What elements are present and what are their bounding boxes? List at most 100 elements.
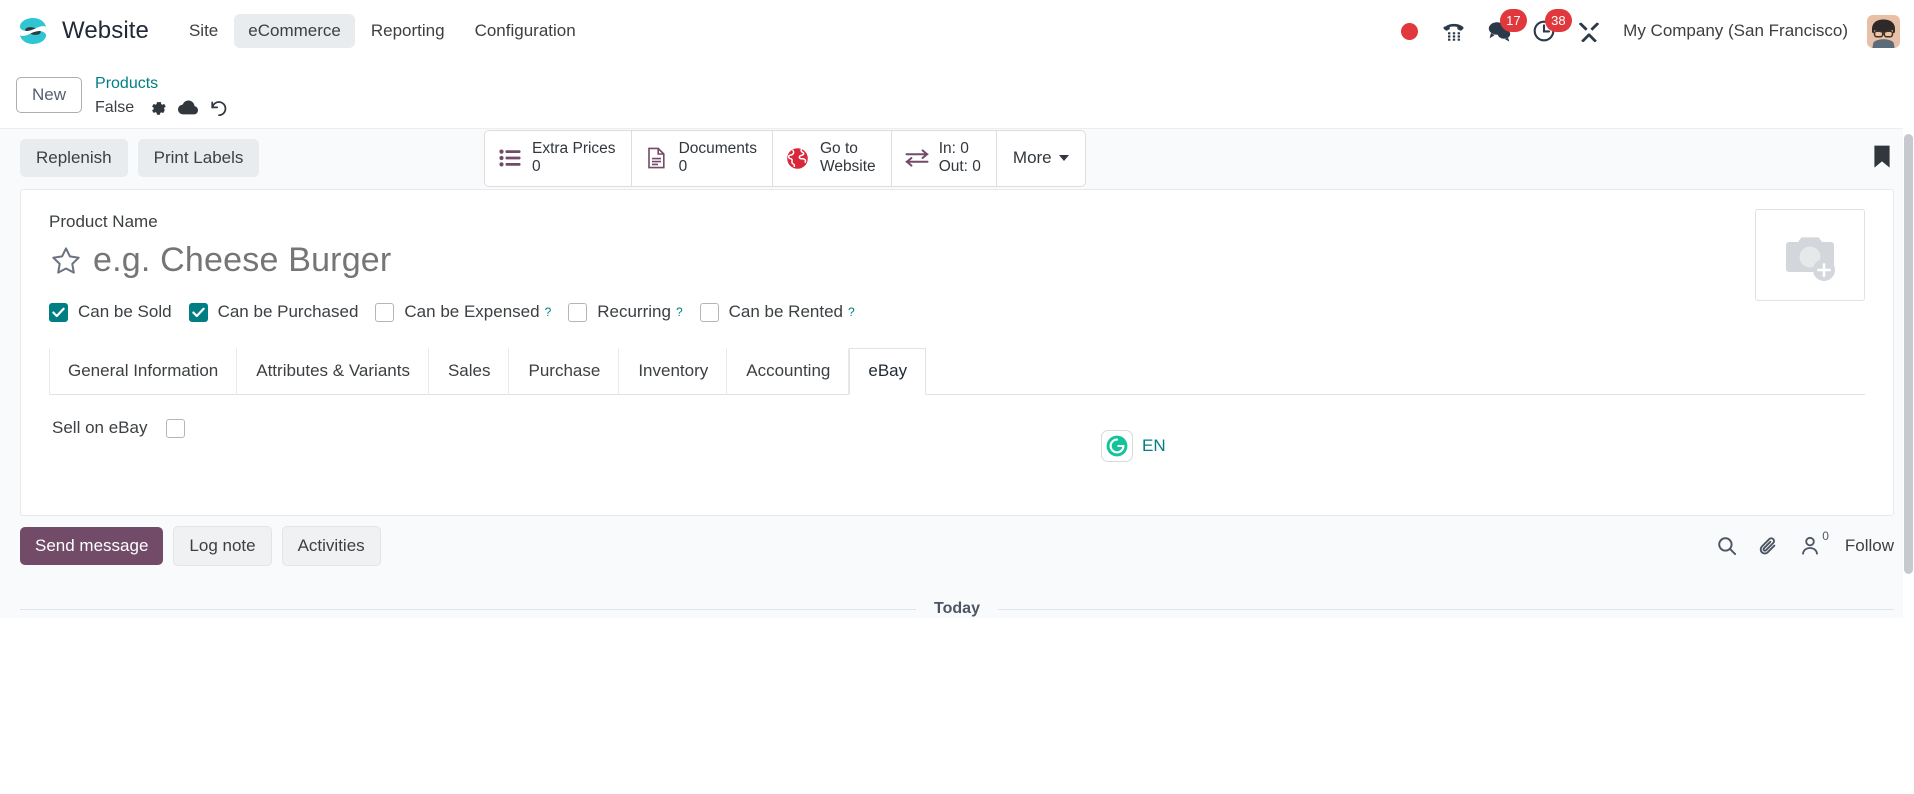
translation-tools: EN [1101, 430, 1166, 462]
cloud-save-icon[interactable] [173, 95, 203, 121]
recurring-label[interactable]: Recurring [597, 302, 671, 322]
top-navbar: Website Site eCommerce Reporting Configu… [0, 0, 1914, 62]
menu-item-site[interactable]: Site [175, 14, 232, 48]
stat-value-website: Website [819, 158, 876, 176]
menu-item-ecommerce[interactable]: eCommerce [234, 14, 355, 48]
followers-count: 0 [1822, 529, 1829, 543]
tab-sales[interactable]: Sales [429, 348, 510, 395]
send-message-button[interactable]: Send message [20, 527, 164, 565]
brand-name: Website [62, 17, 149, 44]
print-labels-button[interactable]: Print Labels [137, 139, 260, 177]
new-button[interactable]: New [16, 77, 83, 114]
date-separator-label: Today [934, 600, 980, 617]
stat-value-documents: 0 [678, 158, 688, 176]
help-tooltip-icon-recurring[interactable]: ? [676, 305, 683, 319]
stat-button-more[interactable]: More [997, 131, 1085, 186]
product-form-sheet: Product Name EN [20, 189, 1894, 516]
gear-icon[interactable] [143, 95, 173, 121]
page-scrollbar-thumb[interactable] [1904, 134, 1913, 574]
more-label: More [1012, 148, 1052, 168]
stat-label-go-to: Go to [819, 140, 858, 157]
tab-accounting[interactable]: Accounting [727, 348, 850, 395]
replenish-button[interactable]: Replenish [20, 139, 128, 177]
form-sheet-wrapper: Product Name EN [0, 189, 1914, 516]
date-separator: Today [20, 600, 1894, 618]
company-switcher[interactable]: My Company (San Francisco) [1623, 21, 1848, 41]
add-image-icon[interactable] [1755, 209, 1865, 301]
separator-line-right [997, 608, 1894, 610]
log-note-button[interactable]: Log note [173, 526, 272, 566]
followers-icon[interactable]: 0 [1801, 529, 1829, 556]
activities-button[interactable]: Activities [281, 526, 381, 566]
breadcrumb: Products False [95, 74, 233, 121]
chatter-tools: 0 Follow [1717, 529, 1894, 557]
menu-item-reporting[interactable]: Reporting [357, 14, 459, 48]
discard-undo-icon[interactable] [203, 95, 233, 121]
recurring-checkbox[interactable] [568, 302, 588, 322]
main-menu: Site eCommerce Reporting Configuration [175, 14, 590, 48]
can-be-expensed-label[interactable]: Can be Expensed [404, 302, 539, 322]
avatar[interactable] [1867, 14, 1900, 48]
product-name-row [49, 241, 1865, 280]
field-sell-on-ebay: Sell on eBay [52, 418, 1862, 438]
follow-button[interactable]: Follow [1845, 536, 1894, 556]
product-flags-row: Can be Sold Can be Purchased Can be Expe… [49, 302, 1865, 322]
messages-icon[interactable]: 17 [1486, 9, 1527, 44]
can-be-rented-label[interactable]: Can be Rented [729, 302, 843, 322]
star-icon[interactable] [49, 244, 83, 278]
notebook: General Information Attributes & Variant… [49, 348, 1865, 499]
language-code[interactable]: EN [1142, 436, 1166, 456]
checkbox-item-can-be-expensed[interactable]: Can be Expensed ? [375, 302, 551, 322]
checkbox-item-can-be-purchased[interactable]: Can be Purchased [188, 302, 359, 322]
stat-button-in-out[interactable]: In: 0 Out: 0 [891, 131, 997, 186]
product-name-label: Product Name [49, 212, 158, 231]
odoo-logo-icon [16, 14, 50, 48]
checkbox-item-can-be-sold[interactable]: Can be Sold [49, 302, 172, 322]
search-icon[interactable] [1717, 536, 1737, 556]
tab-inventory[interactable]: Inventory [619, 348, 728, 395]
can-be-purchased-checkbox[interactable] [188, 302, 208, 322]
product-name-input[interactable] [91, 241, 991, 280]
tab-ebay[interactable]: eBay [849, 348, 927, 395]
phone-dialpad-icon[interactable] [1441, 18, 1467, 44]
stat-button-extra-prices[interactable]: Extra Prices 0 [485, 131, 632, 186]
navbar-right-tools: 17 38 My Company (San Francisco) [1396, 9, 1900, 48]
paperclip-icon[interactable] [1759, 536, 1779, 557]
activities-clock-icon[interactable]: 38 [1531, 9, 1572, 44]
stat-label-in: In: 0 [938, 140, 969, 157]
help-tooltip-icon-can-be-expensed[interactable]: ? [545, 305, 552, 319]
breadcrumb-parent-products[interactable]: Products [95, 74, 233, 94]
recording-dot-icon[interactable] [1396, 18, 1422, 44]
stat-label-extra-prices: Extra Prices [532, 140, 616, 157]
breadcrumb-current-record: False [95, 99, 135, 116]
brand[interactable]: Website [16, 14, 149, 48]
tab-pane-ebay: Sell on eBay [49, 395, 1865, 499]
document-icon [645, 147, 669, 169]
sell-on-ebay-checkbox[interactable] [166, 418, 186, 438]
bookmark-icon[interactable] [1872, 144, 1892, 174]
can-be-sold-checkbox[interactable] [49, 302, 68, 322]
can-be-purchased-label[interactable]: Can be Purchased [218, 302, 359, 322]
tab-general-information[interactable]: General Information [49, 348, 238, 395]
chevron-down-icon [1058, 155, 1069, 162]
checkbox-item-can-be-rented[interactable]: Can be Rented ? [699, 302, 855, 322]
stat-button-documents[interactable]: Documents 0 [631, 131, 773, 186]
can-be-sold-label[interactable]: Can be Sold [78, 302, 172, 322]
stat-value-extra-prices: 0 [532, 158, 541, 176]
help-tooltip-icon-can-be-rented[interactable]: ? [848, 305, 855, 319]
list-prices-icon [498, 149, 522, 167]
menu-item-configuration[interactable]: Configuration [461, 14, 590, 48]
page-scrollbar-track[interactable] [1903, 62, 1914, 794]
stat-value-out: Out: 0 [938, 158, 981, 176]
tab-purchase[interactable]: Purchase [509, 348, 620, 395]
can-be-expensed-checkbox[interactable] [375, 302, 395, 322]
globe-icon [786, 147, 810, 170]
developer-tools-icon[interactable] [1576, 18, 1602, 44]
grammarly-icon[interactable] [1101, 430, 1133, 462]
messages-badge: 17 [1500, 9, 1527, 32]
checkbox-item-recurring[interactable]: Recurring ? [568, 302, 683, 322]
stat-button-go-to-website[interactable]: Go to Website [772, 131, 892, 186]
can-be-rented-checkbox[interactable] [699, 302, 719, 322]
tab-attributes-variants[interactable]: Attributes & Variants [237, 348, 429, 395]
sell-on-ebay-label: Sell on eBay [52, 418, 148, 437]
